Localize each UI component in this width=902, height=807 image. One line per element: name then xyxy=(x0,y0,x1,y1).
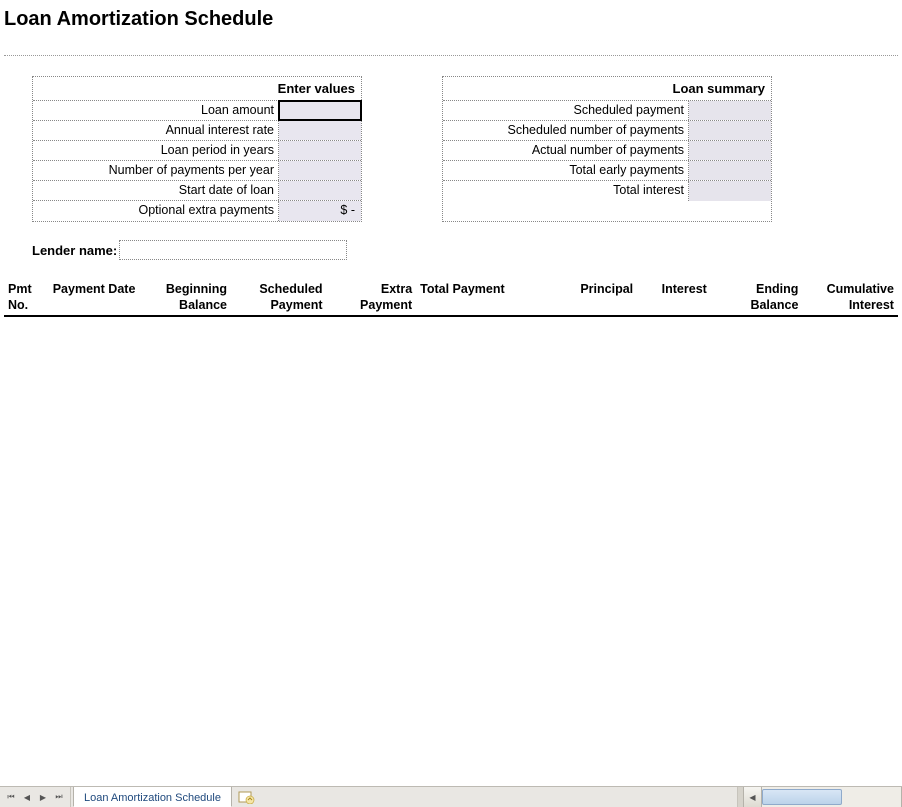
row-extra-payments: Optional extra payments $ - xyxy=(33,201,361,221)
col-scheduled-payment: Scheduled Payment xyxy=(231,282,327,313)
first-sheet-icon[interactable]: ⏮ xyxy=(4,790,18,805)
sheet-nav-buttons: ⏮ ◀ ▶ ⏭ xyxy=(0,787,71,807)
scroll-left-icon[interactable]: ◀ xyxy=(744,787,762,807)
row-scheduled-payment: Scheduled payment xyxy=(443,101,771,121)
label-actual-num-payments: Actual number of payments xyxy=(443,141,689,160)
input-payments-per-year[interactable] xyxy=(279,161,361,180)
lender-row: Lender name: xyxy=(32,240,898,260)
label-payments-per-year: Number of payments per year xyxy=(33,161,279,180)
row-loan-period: Loan period in years xyxy=(33,141,361,161)
col-beginning-balance: Beginning Balance xyxy=(139,282,231,313)
sheet-tab-label: Loan Amortization Schedule xyxy=(84,792,221,804)
scrollbar-thumb[interactable] xyxy=(762,789,842,805)
lender-input[interactable] xyxy=(119,240,347,260)
value-actual-num-payments xyxy=(689,141,771,160)
label-total-early-payments: Total early payments xyxy=(443,161,689,180)
label-loan-amount: Loan amount xyxy=(33,101,279,120)
label-start-date: Start date of loan xyxy=(33,181,279,200)
value-total-early-payments xyxy=(689,161,771,180)
row-total-interest: Total interest xyxy=(443,181,771,201)
label-total-interest: Total interest xyxy=(443,181,689,201)
input-loan-period[interactable] xyxy=(279,141,361,160)
loan-summary-panel: Loan summary Scheduled payment Scheduled… xyxy=(442,76,772,222)
input-start-date[interactable] xyxy=(279,181,361,200)
loan-summary-header: Loan summary xyxy=(443,77,771,101)
enter-values-panel: Enter values Loan amount Annual interest… xyxy=(32,76,362,222)
col-interest: Interest xyxy=(637,282,711,313)
input-annual-interest[interactable] xyxy=(279,121,361,140)
last-sheet-icon[interactable]: ⏭ xyxy=(52,790,66,805)
page-title: Loan Amortization Schedule xyxy=(4,8,898,35)
value-total-interest xyxy=(689,181,771,201)
value-scheduled-num-payments xyxy=(689,121,771,140)
col-cumulative-interest: Cumulative Interest xyxy=(802,282,898,313)
col-extra-payment: Extra Payment xyxy=(327,282,417,313)
row-annual-interest: Annual interest rate xyxy=(33,121,361,141)
next-sheet-icon[interactable]: ▶ xyxy=(36,790,50,805)
col-principal: Principal xyxy=(522,282,637,313)
value-scheduled-payment xyxy=(689,101,771,120)
label-extra-payments: Optional extra payments xyxy=(33,201,279,221)
col-total-payment: Total Payment xyxy=(416,282,522,313)
label-scheduled-num-payments: Scheduled number of payments xyxy=(443,121,689,140)
col-payment-date: Payment Date xyxy=(40,282,140,313)
schedule-table-header: Pmt No. Payment Date Beginning Balance S… xyxy=(4,282,898,317)
label-loan-period: Loan period in years xyxy=(33,141,279,160)
sheet-tab-bar: ⏮ ◀ ▶ ⏭ Loan Amortization Schedule ◀ xyxy=(0,786,902,807)
sheet-tab-active[interactable]: Loan Amortization Schedule xyxy=(73,787,232,807)
col-pmt-no: Pmt No. xyxy=(4,282,40,313)
row-actual-num-payments: Actual number of payments xyxy=(443,141,771,161)
prev-sheet-icon[interactable]: ◀ xyxy=(20,790,34,805)
row-loan-amount: Loan amount xyxy=(33,101,361,121)
input-extra-payments[interactable]: $ - xyxy=(279,201,361,221)
input-panels: Enter values Loan amount Annual interest… xyxy=(32,76,898,222)
title-rule xyxy=(4,55,898,56)
row-start-date: Start date of loan xyxy=(33,181,361,201)
lender-label: Lender name: xyxy=(32,243,117,258)
enter-values-header: Enter values xyxy=(33,77,361,101)
label-annual-interest: Annual interest rate xyxy=(33,121,279,140)
scrollbar-track[interactable] xyxy=(762,787,902,807)
row-payments-per-year: Number of payments per year xyxy=(33,161,361,181)
row-scheduled-num-payments: Scheduled number of payments xyxy=(443,121,771,141)
label-scheduled-payment: Scheduled payment xyxy=(443,101,689,120)
input-loan-amount[interactable] xyxy=(279,101,361,120)
horizontal-scrollbar: ◀ xyxy=(737,787,902,807)
new-sheet-icon[interactable] xyxy=(238,787,256,807)
row-total-early-payments: Total early payments xyxy=(443,161,771,181)
col-ending-balance: Ending Balance xyxy=(711,282,803,313)
